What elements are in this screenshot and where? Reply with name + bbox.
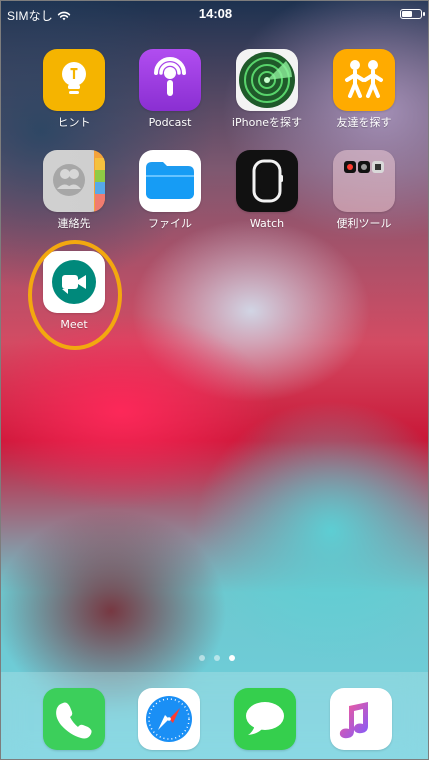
watch-icon	[236, 150, 298, 212]
battery-level-fill	[402, 11, 412, 17]
page-dot-active[interactable]	[229, 655, 235, 661]
app-label: ファイル	[148, 217, 192, 230]
app-label: 連絡先	[57, 217, 91, 230]
tips-icon	[43, 49, 105, 111]
safari-icon	[138, 688, 200, 750]
status-bar: SIMなし 14:08	[1, 1, 428, 29]
messages-icon	[234, 688, 296, 750]
dock-app-music[interactable]	[330, 688, 392, 750]
app-tips[interactable]: ヒント	[34, 49, 114, 129]
dock-app-messages[interactable]	[234, 688, 296, 750]
page-dot[interactable]	[199, 655, 205, 661]
iphone-home-screen: SIMなし 14:08 ヒント Podcast iPhoneを探す 友達を探す …	[0, 0, 429, 760]
find-iphone-icon	[236, 49, 298, 111]
app-find-friends[interactable]: 友達を探す	[324, 49, 404, 129]
app-files[interactable]: ファイル	[130, 150, 210, 230]
page-dot[interactable]	[214, 655, 220, 661]
page-indicator[interactable]	[199, 655, 235, 661]
app-label: ヒント	[57, 116, 91, 129]
app-label: Watch	[249, 217, 285, 230]
dock	[1, 672, 428, 759]
app-watch[interactable]: Watch	[227, 150, 307, 230]
dock-app-safari[interactable]	[138, 688, 200, 750]
battery-icon	[400, 9, 425, 19]
app-find-iphone[interactable]: iPhoneを探す	[227, 49, 307, 129]
phone-icon	[43, 688, 105, 750]
utilities-folder-icon	[333, 150, 395, 212]
time-label: 14:08	[198, 6, 233, 21]
find-friends-icon	[333, 49, 395, 111]
app-label: 便利ツール	[336, 217, 392, 230]
app-label: 友達を探す	[336, 116, 392, 129]
app-contacts[interactable]: 連絡先	[34, 150, 114, 230]
app-label: iPhoneを探す	[231, 116, 303, 129]
music-icon	[330, 688, 392, 750]
contacts-icon	[43, 150, 105, 212]
meet-highlight-circle	[28, 240, 122, 350]
app-label: Podcast	[148, 116, 192, 129]
files-icon	[139, 150, 201, 212]
app-podcast[interactable]: Podcast	[130, 49, 210, 129]
podcast-icon	[139, 49, 201, 111]
dock-app-phone[interactable]	[43, 688, 105, 750]
app-utilities-folder[interactable]: 便利ツール	[324, 150, 404, 230]
